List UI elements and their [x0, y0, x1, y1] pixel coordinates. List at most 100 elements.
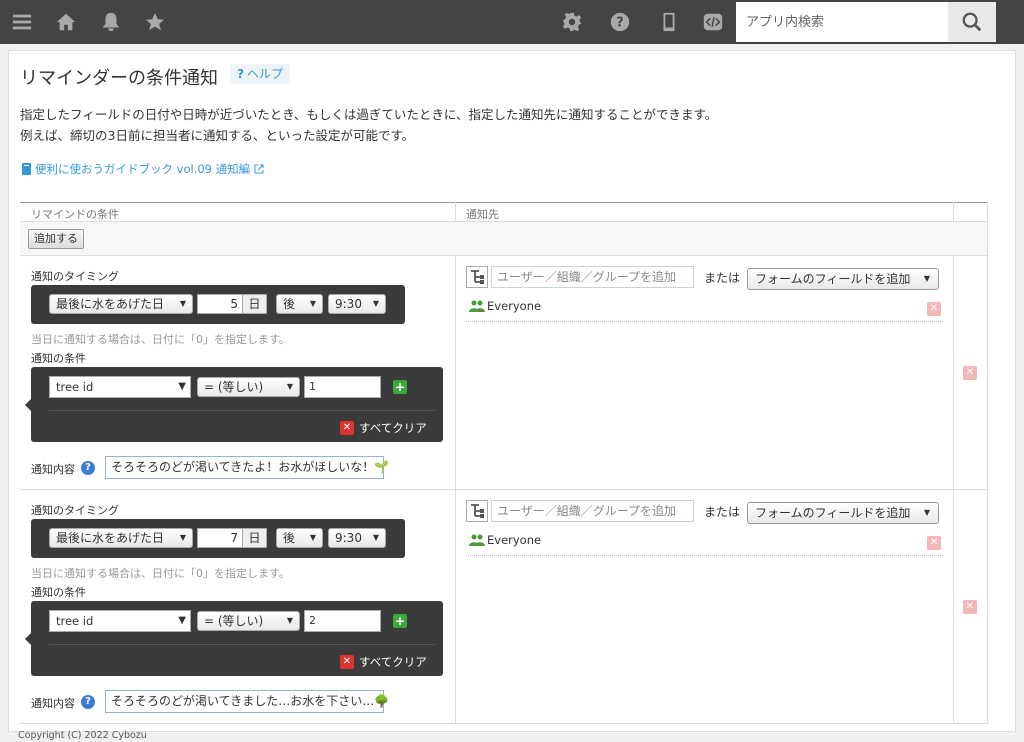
table-header: リマインドの条件 通知先 [20, 202, 988, 222]
form-field-label: フォームのフィールドを追加 [755, 272, 911, 286]
timing-box: 最後に水をあげた日 ▼ 7 日 後 ▼ 9:30 ▼ [31, 519, 405, 558]
date-field-value: 最後に水をあげた日 [56, 531, 165, 545]
help-question-icon: ? [237, 67, 244, 81]
form-field-label: フォームのフィールドを追加 [755, 506, 911, 520]
date-field-value: 最後に水をあげた日 [56, 297, 165, 311]
help-question-icon[interactable]: ? [81, 695, 95, 709]
column-header-target: 通知先 [466, 208, 499, 221]
add-row: 追加する [20, 222, 988, 256]
delete-rule-button[interactable]: ✕ [963, 366, 977, 380]
menu-icon[interactable] [10, 10, 34, 34]
condition-separator [49, 644, 435, 645]
column-divider [953, 202, 954, 222]
org-tree-icon[interactable] [466, 266, 488, 288]
page-title: リマインダーの条件通知 [20, 68, 218, 89]
clear-all-label: すべてクリア [359, 421, 427, 435]
clear-all-button[interactable]: ✕ すべてクリア [340, 654, 427, 670]
operator-select[interactable]: = (等しい) ▼ [197, 611, 300, 631]
operator-value: = (等しい) [204, 614, 264, 628]
operator-value: = (等しい) [204, 380, 264, 394]
home-icon[interactable] [54, 10, 78, 34]
condition-box: tree id ▼ = (等しい) ▼ 2 + ✕ すべてクリア [25, 601, 443, 676]
column-header-condition: リマインドの条件 [31, 208, 119, 221]
search-icon [962, 12, 982, 32]
date-field-select[interactable]: 最後に水をあげた日 ▼ [49, 294, 193, 314]
remove-target-button[interactable]: ✕ [927, 536, 941, 550]
add-condition-button[interactable]: + [393, 614, 407, 628]
condition-separator [49, 410, 435, 411]
condition-field-value: tree id [56, 614, 94, 628]
mobile-icon[interactable] [657, 10, 681, 34]
column-divider [953, 256, 954, 724]
condition-field-value: tree id [56, 380, 94, 394]
clear-all-label: すべてクリア [359, 655, 427, 669]
svg-text:?: ? [616, 16, 623, 31]
close-icon: ✕ [340, 421, 354, 435]
add-condition-button[interactable]: + [393, 380, 407, 394]
bell-icon[interactable] [99, 10, 123, 34]
message-input[interactable]: そろそろのどが渇いてきたよ！お水がほしいな！🌱 [105, 456, 389, 479]
days-input[interactable]: 5 [197, 294, 243, 314]
description-line-2: 例えば、締切の3日前に担当者に通知する、といった設定が可能です。 [20, 128, 415, 143]
target-entity: Everyone [469, 299, 541, 313]
timing-box: 最後に水をあげた日 ▼ 5 日 後 ▼ 9:30 ▼ [31, 285, 405, 324]
condition-field-select[interactable]: tree id ▼ [49, 610, 191, 632]
or-label: または [704, 271, 741, 285]
book-icon [22, 163, 31, 175]
time-select[interactable]: 9:30 ▼ [328, 294, 386, 314]
or-label: または [704, 505, 741, 519]
target-input[interactable]: ユーザー／組織／グループを追加 [491, 500, 694, 522]
direction-value: 後 [283, 297, 296, 311]
column-divider [455, 256, 456, 724]
operator-select[interactable]: = (等しい) ▼ [197, 377, 300, 397]
group-icon [469, 534, 485, 546]
message-input[interactable]: そろそろのどが渇いてきました…お水を下さい…🌳 [105, 690, 389, 713]
condition-field-select[interactable]: tree id ▼ [49, 376, 191, 398]
days-input-group: 7 日 [197, 528, 267, 548]
time-value: 9:30 [335, 297, 362, 311]
day-unit: 日 [243, 528, 267, 548]
timing-label: 通知のタイミング [31, 504, 119, 517]
condition-value-input[interactable]: 2 [304, 610, 381, 632]
org-tree-icon[interactable] [466, 500, 488, 522]
help-question-icon[interactable]: ? [81, 461, 95, 475]
direction-select[interactable]: 後 ▼ [276, 294, 323, 314]
column-divider [455, 202, 456, 222]
help-icon[interactable]: ? [608, 10, 632, 34]
message-label: 通知内容 [31, 697, 75, 710]
code-icon[interactable] [701, 10, 725, 34]
help-label: ヘルプ [246, 67, 283, 81]
group-icon [469, 300, 485, 312]
clear-all-button[interactable]: ✕ すべてクリア [340, 420, 427, 436]
target-separator [466, 321, 943, 322]
guide-link-label: 便利に使おうガイドブック vol.09 通知編 [35, 162, 251, 176]
add-button[interactable]: 追加する [28, 229, 84, 249]
time-select[interactable]: 9:30 ▼ [328, 528, 386, 548]
timing-hint: 当日に通知する場合は、日付に「0」を指定します。 [31, 567, 290, 580]
target-entity-name: Everyone [487, 299, 542, 313]
help-link[interactable]: ? ヘルプ [230, 64, 290, 84]
search-button[interactable] [948, 2, 996, 42]
days-input[interactable]: 7 [197, 528, 243, 548]
target-separator [466, 555, 943, 556]
condition-label: 通知の条件 [31, 352, 86, 365]
reminder-rule-row: 通知のタイミング 最後に水をあげた日 ▼ 7 日 後 ▼ 9:30 ▼ 当日に通知する… [20, 490, 988, 724]
gear-icon[interactable] [560, 10, 584, 34]
form-field-select[interactable]: フォームのフィールドを追加 ▼ [747, 502, 939, 524]
star-icon[interactable] [143, 10, 167, 34]
remove-target-button[interactable]: ✕ [927, 302, 941, 316]
delete-rule-button[interactable]: ✕ [963, 600, 977, 614]
direction-select[interactable]: 後 ▼ [276, 528, 323, 548]
target-input[interactable]: ユーザー／組織／グループを追加 [491, 266, 694, 288]
form-field-select[interactable]: フォームのフィールドを追加 ▼ [747, 268, 939, 290]
footer-copyright: Copyright (C) 2022 Cybozu [18, 730, 147, 741]
target-entity-name: Everyone [487, 533, 542, 547]
search-input[interactable] [736, 2, 948, 42]
condition-value-input[interactable]: 1 [304, 376, 381, 398]
guide-link[interactable]: 便利に使おうガイドブック vol.09 通知編 [22, 161, 264, 177]
time-value: 9:30 [335, 531, 362, 545]
main-panel: リマインダーの条件通知 ? ヘルプ 指定したフィールドの日付や日時が近づいたとき、… [8, 50, 1016, 732]
target-entity: Everyone [469, 533, 541, 547]
table-right-border [987, 202, 988, 724]
date-field-select[interactable]: 最後に水をあげた日 ▼ [49, 528, 193, 548]
